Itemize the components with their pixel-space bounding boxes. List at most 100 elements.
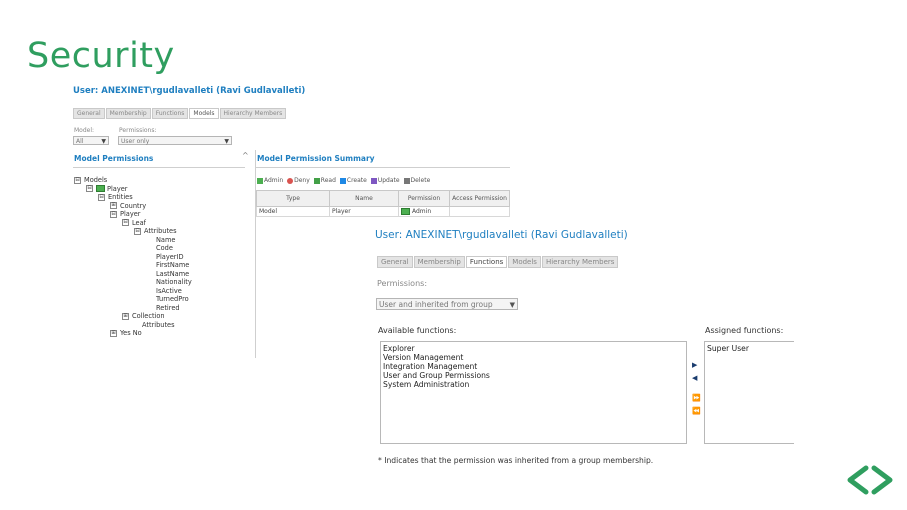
tree-leaf[interactable]: Retired xyxy=(156,304,180,312)
function-permissions-screenshot: User: ANEXINET\rgudlavalleti (Ravi Gudla… xyxy=(370,224,794,470)
tree-leaf[interactable]: LastName xyxy=(156,270,189,278)
collapse-icon[interactable]: ^ xyxy=(242,151,249,160)
tree-node[interactable]: ⊟ Models xyxy=(74,176,107,184)
tab-hierarchy-members[interactable]: Hierarchy Members xyxy=(541,256,619,268)
divider xyxy=(255,150,256,358)
list-item[interactable]: Super User xyxy=(707,344,792,353)
chevron-down-icon: ▼ xyxy=(509,301,515,309)
prev-icon xyxy=(847,465,869,495)
list-item[interactable]: User and Group Permissions xyxy=(383,371,684,380)
list-item[interactable]: Explorer xyxy=(383,344,684,353)
tree-leaf[interactable]: IsActive xyxy=(156,287,182,295)
remove-icon[interactable]: ◀ xyxy=(692,374,697,382)
tree-node[interactable]: ⊟ Entities xyxy=(98,193,133,201)
deny-icon xyxy=(287,177,294,184)
tree-leaf[interactable]: TurnedPro xyxy=(156,295,189,303)
admin-icon xyxy=(401,208,410,215)
admin-icon xyxy=(257,177,263,184)
tree-node[interactable]: ⊞ Yes No xyxy=(110,329,142,337)
tree-leaf[interactable]: Attributes xyxy=(142,321,175,329)
add-all-icon[interactable]: ⏩ xyxy=(692,394,701,402)
expand-icon[interactable]: ⊞ xyxy=(110,329,117,337)
tree-node[interactable]: ⊟ Player xyxy=(86,185,128,193)
column-header[interactable]: Name xyxy=(329,190,399,207)
read-icon xyxy=(313,177,320,184)
collapse-icon[interactable]: ⊟ xyxy=(110,210,117,218)
permission-legend: Admin Deny Read Create Update Delete xyxy=(257,177,430,184)
tab-models[interactable]: Models xyxy=(508,256,541,268)
create-icon xyxy=(339,177,346,184)
table-cell xyxy=(449,206,510,217)
column-header[interactable]: Type xyxy=(256,190,330,207)
tab-bar: General Membership Functions Models Hier… xyxy=(73,108,287,119)
permissions-select-value: User and inherited from group xyxy=(379,300,493,309)
legend-item: Read xyxy=(313,177,336,184)
update-icon xyxy=(370,177,377,184)
admin-icon xyxy=(96,185,105,192)
permissions-select[interactable]: User only ▼ xyxy=(118,136,232,145)
tree-node[interactable]: ⊟ Player xyxy=(110,210,141,218)
slide-title: Security xyxy=(27,36,175,76)
collapse-icon[interactable]: ⊟ xyxy=(122,219,129,226)
next-icon xyxy=(871,465,893,495)
tree-leaf[interactable]: Code xyxy=(156,244,173,252)
available-functions-list[interactable]: Explorer Version Management Integration … xyxy=(380,341,687,444)
code-brackets-icon[interactable] xyxy=(844,464,896,496)
model-permission-summary-title: Model Permission Summary xyxy=(257,154,375,163)
tab-bar: General Membership Functions Models Hier… xyxy=(377,256,619,268)
inherited-note: * Indicates that the permission was inhe… xyxy=(378,456,654,465)
tree-node[interactable]: ⊞ Country xyxy=(110,202,146,210)
user-title: User: ANEXINET\rgudlavalleti (Ravi Gudla… xyxy=(73,86,306,96)
collapse-icon[interactable]: ⊟ xyxy=(134,227,141,235)
tab-hierarchy-members[interactable]: Hierarchy Members xyxy=(219,108,287,119)
legend-item: Create xyxy=(339,177,367,184)
tab-functions[interactable]: Functions xyxy=(151,108,189,119)
assigned-functions-label: Assigned functions: xyxy=(705,326,784,335)
expand-icon[interactable]: ⊞ xyxy=(122,312,129,320)
column-header[interactable]: Access Permission xyxy=(449,190,510,207)
column-header[interactable]: Permission xyxy=(398,190,450,207)
collapse-icon[interactable]: ⊟ xyxy=(98,193,105,201)
add-icon[interactable]: ▶ xyxy=(692,361,697,369)
chevron-down-icon: ▼ xyxy=(101,138,106,145)
available-functions-label: Available functions: xyxy=(378,326,457,335)
list-item[interactable]: Integration Management xyxy=(383,362,684,371)
legend-item: Delete xyxy=(403,177,430,184)
table-cell: Player xyxy=(329,206,399,217)
tree-leaf[interactable]: Name xyxy=(156,236,175,244)
legend-item: Admin xyxy=(257,177,283,184)
tab-general[interactable]: General xyxy=(73,108,105,119)
model-label: Model: xyxy=(74,127,95,134)
tab-membership[interactable]: Membership xyxy=(413,256,465,268)
tab-membership[interactable]: Membership xyxy=(105,108,151,119)
legend-item: Update xyxy=(370,177,400,184)
tree-node[interactable]: ⊟ Attributes xyxy=(134,227,177,235)
permission-summary-table: Type Name Permission Access Permission M… xyxy=(256,190,510,217)
expand-icon[interactable]: ⊞ xyxy=(110,202,117,209)
user-title: User: ANEXINET\rgudlavalleti (Ravi Gudla… xyxy=(375,229,628,241)
tree-leaf[interactable]: Nationality xyxy=(156,278,192,286)
collapse-icon[interactable]: ⊟ xyxy=(86,185,93,192)
tree-node[interactable]: ⊟ Leaf xyxy=(122,219,146,227)
permissions-select[interactable]: User and inherited from group ▼ xyxy=(376,298,518,310)
tree-leaf[interactable]: FirstName xyxy=(156,261,189,269)
chevron-down-icon: ▼ xyxy=(224,138,229,145)
assigned-functions-list[interactable]: Super User xyxy=(704,341,794,444)
tab-general[interactable]: General xyxy=(377,256,413,268)
remove-all-icon[interactable]: ⏪ xyxy=(692,407,701,415)
collapse-icon[interactable]: ⊟ xyxy=(74,176,81,184)
table-cell: Model xyxy=(256,206,330,217)
tab-models[interactable]: Models xyxy=(189,108,219,119)
legend-item: Deny xyxy=(287,177,310,184)
tree-leaf[interactable]: PlayerID xyxy=(156,253,184,261)
tab-functions[interactable]: Functions xyxy=(465,256,508,268)
model-select[interactable]: All ▼ xyxy=(73,136,109,145)
permissions-select-value: User only xyxy=(121,138,150,145)
divider xyxy=(256,167,510,168)
table-row[interactable]: Model Player Admin xyxy=(256,206,510,217)
list-item[interactable]: Version Management xyxy=(383,353,684,362)
tree-node[interactable]: ⊞ Collection xyxy=(122,312,165,320)
list-item[interactable]: System Administration xyxy=(383,380,684,389)
divider xyxy=(73,167,245,168)
permissions-label: Permissions: xyxy=(377,279,428,288)
